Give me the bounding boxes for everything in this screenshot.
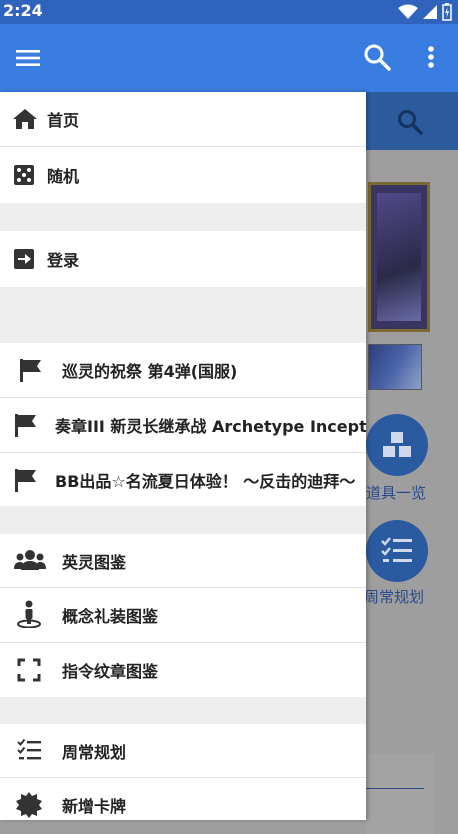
checklist-icon: [15, 736, 43, 764]
flag-icon: [16, 356, 44, 384]
person-pin-icon: [15, 600, 43, 628]
drawer-item-login[interactable]: 登录: [0, 231, 366, 287]
home-icon: [11, 105, 39, 133]
crop-frame-icon: [15, 656, 43, 684]
drawer-item-event[interactable]: BB出品☆名流夏日体验！ 〜反击的迪拜〜: [0, 453, 366, 506]
drawer-item-craft-essences[interactable]: 概念礼装图鉴: [0, 588, 366, 642]
search-icon[interactable]: [362, 42, 392, 72]
banner-image: [368, 344, 422, 390]
status-icons: [398, 2, 452, 22]
drawer-item-label: 周常规划: [62, 742, 127, 762]
drawer-item-label: 指令纹章图鉴: [62, 662, 159, 681]
items-button: [366, 414, 428, 476]
cubes-icon: [383, 432, 411, 457]
group-icon: [14, 546, 46, 574]
drawer-item-servants[interactable]: 英灵图鉴: [0, 534, 366, 587]
plan-button: [366, 520, 428, 582]
dice-icon: [10, 161, 38, 189]
signal-icon: [423, 5, 437, 19]
drawer-item-label: 首页: [47, 111, 80, 130]
section-separator: [0, 697, 366, 724]
wifi-icon: [398, 4, 418, 19]
drawer-item-command-codes[interactable]: 指令纹章图鉴: [0, 643, 366, 697]
drawer-item-daily-plan[interactable]: 周常规划: [0, 724, 366, 777]
items-label: 道具一览: [366, 484, 427, 502]
status-time: 2:24: [3, 1, 43, 20]
background-card: [366, 754, 434, 834]
flag-icon: [11, 411, 39, 439]
checklist-icon: [381, 537, 412, 562]
section-separator: [0, 506, 366, 534]
card-image: [368, 182, 430, 332]
drawer-item-label: BB出品☆名流夏日体验！ 〜反击的迪拜〜: [55, 471, 356, 491]
drawer-item-label: 随机: [47, 167, 80, 186]
section-separator: [0, 203, 366, 231]
login-icon: [10, 245, 38, 273]
drawer-item-new-cards[interactable]: 新增卡牌: [0, 778, 366, 820]
hamburger-icon[interactable]: [14, 44, 42, 72]
battery-icon: [442, 3, 452, 21]
search-icon: [396, 108, 424, 136]
drawer-item-label: 新增卡牌: [62, 797, 127, 816]
drawer-item-label: 登录: [47, 251, 80, 270]
drawer-item-label: 概念礼装图鉴: [62, 607, 159, 626]
drawer-item-label: 巡灵的祝祭 第4弹(国服): [62, 362, 238, 381]
drawer-item-event[interactable]: 奏章III 新灵长继承战 Archetype Inception(: [0, 398, 366, 452]
drawer-item-event[interactable]: 巡灵的祝祭 第4弹(国服): [0, 343, 366, 397]
status-bar: 2:24: [0, 0, 458, 24]
section-separator: [0, 287, 366, 343]
drawer-item-home[interactable]: 首页: [0, 92, 366, 146]
plan-label: 周常规划: [364, 588, 425, 606]
app-bar: [0, 24, 458, 92]
flag-icon: [11, 466, 39, 494]
more-vert-icon[interactable]: [420, 42, 442, 72]
drawer-item-random[interactable]: 随机: [0, 147, 366, 203]
badge-icon: [15, 791, 43, 819]
navigation-drawer: 首页 随机 登录 巡灵的祝祭 第4弹(国服) 奏章III 新灵长继承战 Arch…: [0, 92, 366, 820]
drawer-item-label: 奏章III 新灵长继承战 Archetype Inception(: [55, 417, 366, 436]
drawer-item-label: 英灵图鉴: [62, 552, 127, 572]
